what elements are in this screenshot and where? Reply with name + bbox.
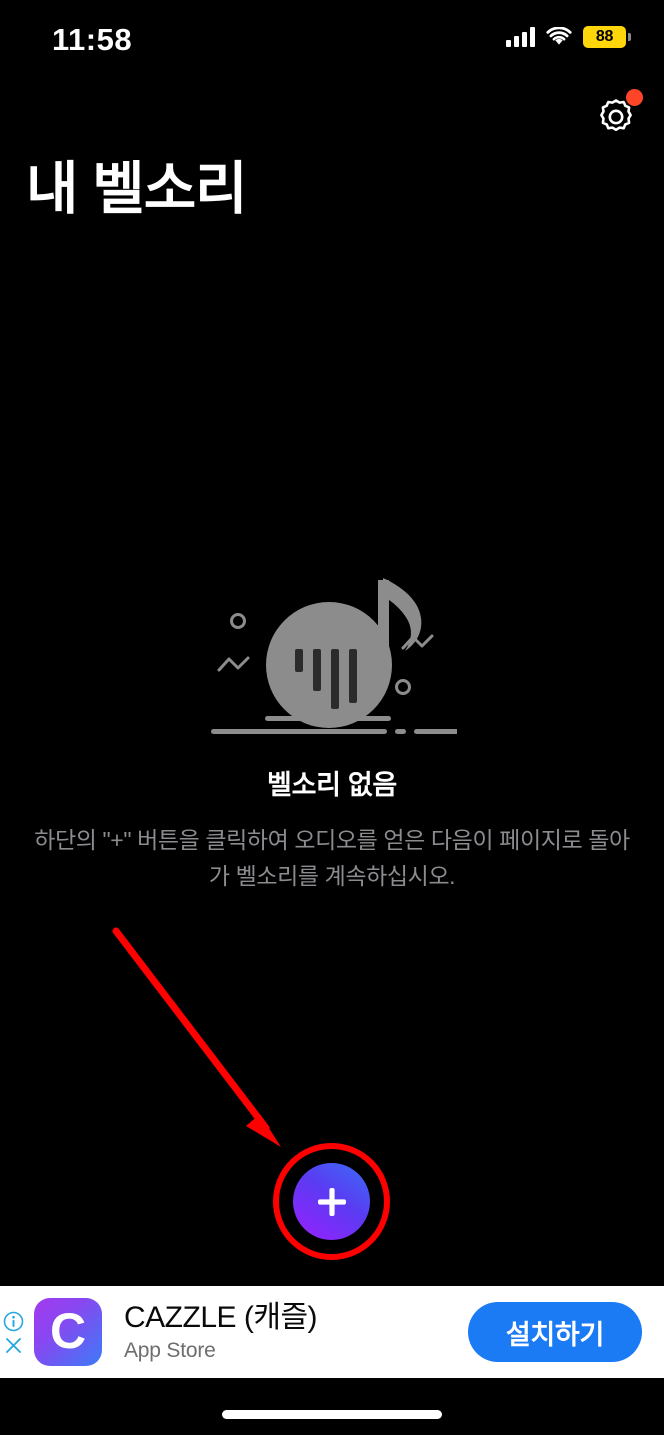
page-title: 내 벨소리 (26, 157, 248, 221)
ad-app-icon: C (34, 1298, 102, 1366)
battery-cap (628, 33, 631, 41)
battery-level-label: 88 (595, 28, 614, 45)
add-ringtone-button[interactable] (293, 1163, 370, 1240)
close-icon[interactable] (3, 1335, 24, 1356)
ad-install-button[interactable]: 설치하기 (467, 1302, 642, 1362)
phone-screen: 11:58 88 내 벨소리 벨소리 없음 하단의 "+" 버튼을 클릭하여 오… (0, 0, 664, 1435)
home-indicator (222, 1410, 442, 1419)
gear-icon (592, 99, 640, 145)
cellular-signal-icon (506, 27, 535, 47)
info-circle-icon[interactable] (3, 1311, 24, 1332)
ad-app-icon-letter: C (49, 1302, 87, 1359)
status-bar: 11:58 88 (0, 0, 664, 72)
empty-state-description: 하단의 "+" 버튼을 클릭하여 오디오를 얻은 다음이 페이지로 돌아가 벨소… (34, 827, 630, 890)
ad-subtitle: App Store (124, 1339, 216, 1363)
wifi-icon (546, 27, 572, 47)
status-bar-indicators: 88 (506, 26, 631, 48)
plus-icon (315, 1185, 349, 1219)
ad-choices-controls (3, 1311, 24, 1356)
music-note-illustration (0, 545, 664, 745)
ad-title: CAZZLE (캐즐) (124, 1300, 318, 1334)
empty-state-title: 벨소리 없음 (267, 770, 397, 800)
notification-badge-dot (626, 89, 643, 106)
ad-text-block: CAZZLE (캐즐) App Store (124, 1301, 468, 1364)
settings-button[interactable] (592, 89, 643, 141)
ad-banner[interactable]: C CAZZLE (캐즐) App Store 설치하기 (0, 1286, 664, 1378)
battery-indicator: 88 (583, 26, 631, 48)
status-bar-time: 11:58 (52, 22, 133, 57)
empty-state: 벨소리 없음 하단의 "+" 버튼을 클릭하여 오디오를 얻은 다음이 페이지로… (0, 545, 664, 895)
